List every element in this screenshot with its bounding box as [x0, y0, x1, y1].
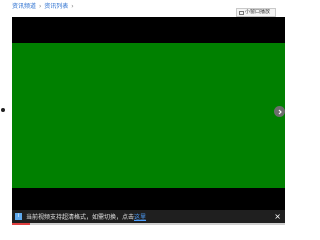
breadcrumb-item-list[interactable]: 资讯列表 [44, 3, 68, 10]
next-arrow-button[interactable] [274, 106, 285, 117]
switch-format-link[interactable]: 这里 [134, 214, 146, 221]
next-arrow-icon [278, 109, 282, 114]
breadcrumb-separator: › [71, 3, 74, 10]
mini-window-icon [239, 10, 244, 15]
breadcrumb-item-channel[interactable]: 资讯频道 [12, 3, 36, 10]
notice-message: 当前视频支持超清格式，如需切换，点击 [26, 214, 135, 221]
page-indicator-dot [1, 108, 5, 112]
video-player[interactable] [12, 17, 285, 210]
close-icon[interactable]: × [274, 212, 281, 221]
video-area[interactable] [12, 43, 285, 188]
format-notice-bar: i 当前视频支持超清格式，如需切换，点击这里 × [12, 210, 285, 223]
mini-window-label: 小窗口播放 [245, 9, 271, 15]
breadcrumb-separator: › [38, 3, 42, 10]
breadcrumb: 资讯频道 › 资讯列表 › [12, 1, 75, 13]
progress-fill [12, 223, 30, 225]
notice-text: 当前视频支持超清格式，如需切换，点击这里 [26, 212, 146, 221]
info-icon: i [15, 213, 22, 220]
mini-window-button[interactable]: 小窗口播放 [236, 8, 276, 17]
progress-bar[interactable] [12, 223, 285, 225]
